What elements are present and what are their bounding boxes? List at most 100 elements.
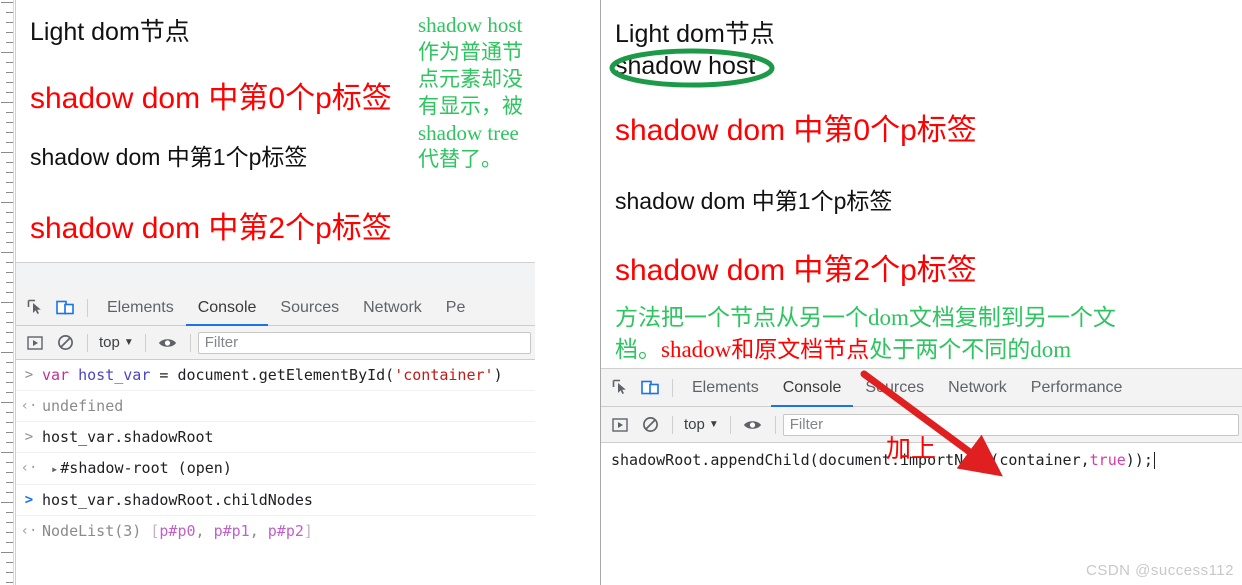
console-row-text: undefined: [42, 397, 124, 415]
csdn-watermark: CSDN @success112: [1086, 562, 1234, 579]
tab-sources[interactable]: Sources: [268, 290, 351, 326]
execution-context-select[interactable]: top ▼: [680, 416, 723, 433]
ruler-tick: [1, 502, 13, 503]
console-prompt-icon: >: [24, 492, 34, 508]
filter-placeholder: Filter: [789, 416, 824, 433]
ruler-tick: [1, 302, 13, 303]
ruler-tick: [6, 92, 13, 93]
ruler-tick: [6, 532, 13, 533]
console-row-input-3[interactable]: > host_var.shadowRoot.childNodes: [16, 485, 535, 516]
tab-network[interactable]: Network: [351, 290, 434, 326]
ruler-tick: [6, 572, 13, 573]
ruler-tick: [6, 362, 13, 363]
filter-placeholder: Filter: [204, 334, 239, 351]
ruler-tick: [6, 242, 13, 243]
live-expression-icon[interactable]: [153, 329, 183, 357]
left-p-shadow-1: shadow dom 中第1个p标签: [30, 144, 308, 170]
console-row-text: NodeList(3) [p#p0, p#p1, p#p2]: [42, 522, 313, 540]
inspect-element-icon[interactable]: [605, 374, 635, 402]
toolbar-divider: [87, 298, 88, 317]
live-expression-icon[interactable]: [738, 411, 768, 439]
device-toolbar-icon[interactable]: [50, 294, 80, 322]
console-row-input-1[interactable]: > var host_var = document.getElementById…: [16, 360, 535, 391]
console-row-input-2[interactable]: > host_var.shadowRoot: [16, 422, 535, 453]
ruler-tick: [1, 452, 13, 453]
ruler-tick: [6, 372, 13, 373]
ruler-tick: [1, 352, 13, 353]
ruler-tick: [6, 192, 13, 193]
console-row-text: host_var.shadowRoot.childNodes: [42, 491, 313, 509]
inspect-element-icon[interactable]: [20, 294, 50, 322]
right-browser-window: Light dom节点 shadow host shadow dom 中第0个p…: [600, 0, 1242, 585]
console-row-output-2[interactable]: ‹· ▸ #shadow-root (open): [16, 453, 535, 485]
ruler-tick: [6, 562, 13, 563]
ruler-tick: [6, 292, 13, 293]
ruler-tick: [6, 422, 13, 423]
right-devtools-tabbar: Elements Console Sources Network Perform…: [601, 369, 1242, 407]
ruler-tick: [1, 52, 13, 53]
tab-sources[interactable]: Sources: [853, 369, 936, 407]
green-note-line-2-red: shadow和原文档节点: [661, 336, 870, 362]
clear-console-icon[interactable]: [635, 411, 665, 439]
ruler-tick: [1, 152, 13, 153]
ruler-tick: [6, 132, 13, 133]
ruler-tick: [6, 222, 13, 223]
device-toolbar-icon[interactable]: [635, 374, 665, 402]
ruler-tick: [6, 542, 13, 543]
ruler-tick: [6, 312, 13, 313]
filter-input[interactable]: Filter: [197, 331, 531, 354]
console-return-icon: ‹·: [20, 460, 38, 476]
tab-network[interactable]: Network: [936, 369, 1019, 407]
filter-input[interactable]: Filter: [782, 413, 1239, 436]
ruler-tick: [6, 512, 13, 513]
left-browser-window: Light dom节点 shadow dom 中第0个p标签 shadow do…: [0, 0, 535, 585]
execute-snippet-icon[interactable]: [605, 411, 635, 439]
ruler-tick: [6, 62, 13, 63]
left-devtools-panel: Elements Console Sources Network Pe top …: [15, 262, 535, 585]
ruler-tick: [6, 232, 13, 233]
tab-performance[interactable]: Pe: [434, 290, 478, 326]
ruler-tick: [6, 392, 13, 393]
ruler-tick: [6, 282, 13, 283]
tab-elements[interactable]: Elements: [680, 369, 771, 407]
left-p-shadow-0: shadow dom 中第0个p标签: [30, 82, 392, 115]
ruler-tick: [6, 442, 13, 443]
filterbar-divider-1: [672, 415, 673, 434]
ruler-tick: [6, 112, 13, 113]
right-p-shadow-0: shadow dom 中第0个p标签: [615, 114, 977, 147]
chevron-down-icon: ▼: [123, 337, 134, 348]
ruler-tick: [6, 72, 13, 73]
left-console-filterbar: top ▼ Filter: [16, 326, 535, 360]
left-devtools-gap: [16, 262, 535, 290]
filterbar-divider-2: [144, 333, 146, 352]
ruler-tick: [1, 202, 13, 203]
left-devtools-tabbar: Elements Console Sources Network Pe: [16, 290, 535, 326]
execute-snippet-icon[interactable]: [20, 329, 50, 357]
green-note-line-2b: 处于两个不同的dom: [869, 336, 1072, 362]
chevron-down-icon: ▼: [708, 419, 719, 430]
text-caret: [1153, 451, 1155, 469]
ruler-tick: [6, 492, 13, 493]
console-prompt-icon: >: [24, 429, 34, 445]
ruler-tick: [6, 172, 13, 173]
ruler-tick: [6, 382, 13, 383]
ruler-tick: [6, 32, 13, 33]
ruler-tick: [6, 332, 13, 333]
ruler-tick: [6, 212, 13, 213]
left-p-shadow-2: shadow dom 中第2个p标签: [30, 212, 392, 245]
expand-triangle-icon[interactable]: ▸: [51, 462, 58, 476]
ruler-tick: [1, 102, 13, 103]
tab-performance[interactable]: Performance: [1019, 369, 1135, 407]
tab-console[interactable]: Console: [771, 369, 854, 407]
ruler-tick: [6, 182, 13, 183]
console-row-output-3: ‹· NodeList(3) [p#p0, p#p1, p#p2]: [16, 516, 535, 546]
green-annotation-right: 方法把一个节点从另一个dom文档复制到另一个文 档。shadow和原文档节点处于…: [615, 302, 1215, 365]
vertical-ruler: [0, 0, 14, 585]
tab-elements[interactable]: Elements: [95, 290, 186, 326]
execution-context-select[interactable]: top ▼: [95, 334, 138, 351]
ruler-tick: [6, 522, 13, 523]
ruler-tick: [6, 262, 13, 263]
clear-console-icon[interactable]: [50, 329, 80, 357]
ruler-tick: [6, 432, 13, 433]
tab-console[interactable]: Console: [186, 290, 269, 326]
